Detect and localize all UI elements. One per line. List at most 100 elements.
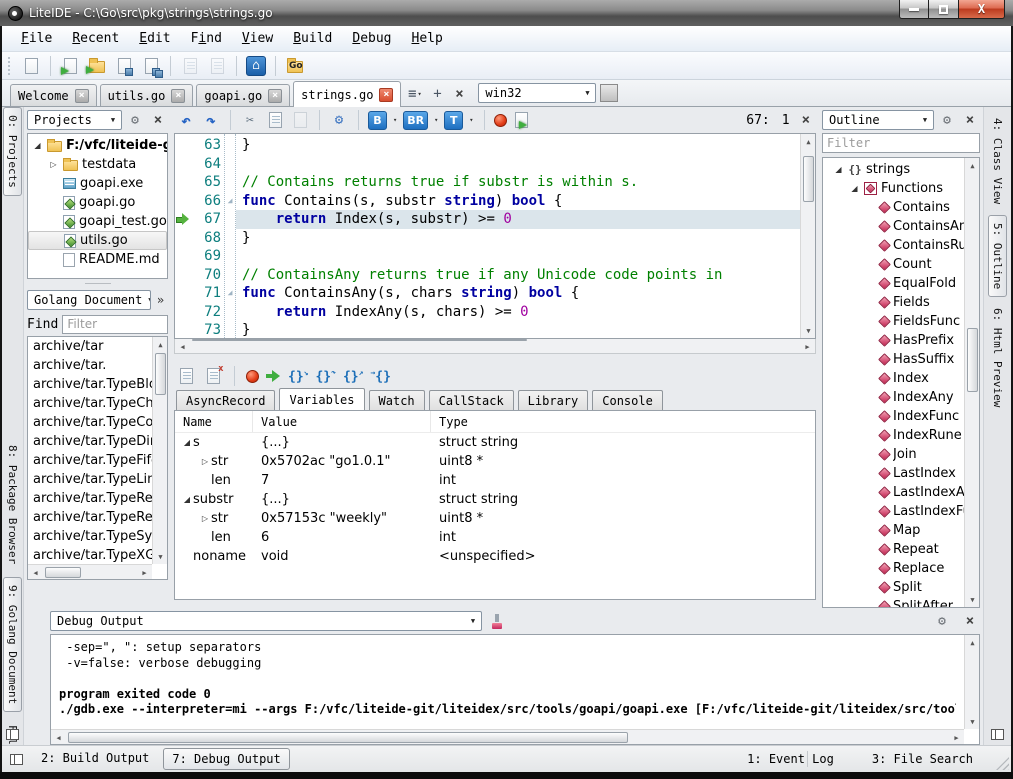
tree-item-containsany[interactable]: ContainsAny (823, 217, 964, 236)
stop-debug-icon[interactable] (246, 370, 259, 383)
tree-item-strings[interactable]: ◢{}strings (823, 160, 964, 179)
dock-corner-icon[interactable] (6, 729, 19, 740)
menu-item-edit[interactable]: Edit (130, 28, 179, 49)
scroll-up-icon[interactable] (153, 337, 168, 352)
scroll-left-icon[interactable] (175, 339, 190, 354)
close-file-icon[interactable] (178, 54, 202, 78)
tree-item-replace[interactable]: Replace (823, 559, 964, 578)
doc-tab-strings-go[interactable]: strings.go× (293, 81, 401, 107)
tree-item-testdata[interactable]: ▷testdata (28, 155, 167, 174)
tree-item-hasprefix[interactable]: HasPrefix (823, 331, 964, 350)
debug-tab-asyncrecord[interactable]: AsyncRecord (176, 390, 275, 410)
dock-tab-4-class-view[interactable]: 4: Class View (989, 111, 1006, 211)
outline-filter-input[interactable] (822, 133, 980, 153)
line-number-gutter[interactable]: 6364656667686970717273 (191, 134, 221, 338)
tree-item-join[interactable]: Join (823, 445, 964, 464)
menu-item-view[interactable]: View (233, 28, 282, 49)
variable-row[interactable]: len6int (175, 528, 815, 547)
copy-icon[interactable] (265, 110, 285, 130)
tree-item-fieldsfunc[interactable]: FieldsFunc (823, 312, 964, 331)
debug-tab-callstack[interactable]: CallStack (429, 390, 514, 410)
scroll-down-icon[interactable] (801, 323, 816, 338)
code-area[interactable]: } // Contains returns true if substr is … (236, 134, 800, 338)
expander-icon[interactable]: ▷ (199, 514, 211, 523)
doc-index-item[interactable]: archive/tar.TypeChar (33, 396, 152, 415)
tree-item-indexany[interactable]: IndexAny (823, 388, 964, 407)
vertical-scrollbar[interactable] (152, 337, 167, 564)
dock-tab-8-package-browser[interactable]: 8: Package Browser (4, 438, 21, 571)
expander-icon[interactable]: ◢ (32, 141, 43, 150)
dock-tab-5-outline[interactable]: 5: Outline (988, 215, 1007, 297)
output-console[interactable]: -sep=", ": setup separators -v=false: ve… (50, 634, 980, 745)
tree-item-utils-go[interactable]: utils.go (28, 231, 167, 250)
scrollbar-thumb[interactable] (68, 732, 628, 743)
variable-row[interactable]: ◢substr{...}struct string (175, 490, 815, 509)
doc-tab-utils-go[interactable]: utils.go× (100, 84, 194, 106)
code-line[interactable]: func Contains(s, substr string) bool { (236, 192, 800, 211)
tree-item-index[interactable]: Index (823, 369, 964, 388)
scroll-down-icon[interactable] (965, 714, 980, 729)
code-line[interactable] (236, 155, 800, 174)
outline-view-combo[interactable]: Outline (822, 110, 934, 130)
close-panel-icon[interactable]: × (960, 611, 980, 631)
code-line[interactable]: func ContainsAny(s, chars string) bool { (236, 284, 800, 303)
horizontal-scrollbar[interactable] (51, 729, 964, 744)
continue-icon[interactable] (266, 370, 281, 382)
tree-item-containsrune[interactable]: ContainsRune (823, 236, 964, 255)
open-folder-icon[interactable] (85, 54, 109, 78)
horizontal-scrollbar[interactable] (28, 564, 152, 579)
save-file-icon[interactable] (112, 54, 136, 78)
tree-item-count[interactable]: Count (823, 255, 964, 274)
tab-close-icon[interactable]: × (171, 89, 185, 103)
projects-view-combo[interactable]: Projects (27, 110, 122, 130)
expander-icon[interactable]: ▷ (199, 457, 211, 466)
close-editor-button[interactable]: × (448, 82, 470, 106)
tree-item-splitafter[interactable]: SplitAfter (823, 597, 964, 607)
environment-button[interactable] (600, 84, 618, 102)
debug-tab-watch[interactable]: Watch (369, 390, 425, 410)
tree-item-contains[interactable]: Contains (823, 198, 964, 217)
doc-index-item[interactable]: archive/tar.TypeXGlobalHeader (33, 548, 152, 564)
go-env-icon[interactable]: Go (283, 54, 307, 78)
scroll-up-icon[interactable] (801, 134, 816, 149)
debug-tab-library[interactable]: Library (518, 390, 589, 410)
scroll-left-icon[interactable] (28, 565, 43, 580)
code-line[interactable]: } (236, 229, 800, 248)
tree-item-equalfold[interactable]: EqualFold (823, 274, 964, 293)
menu-item-recent[interactable]: Recent (63, 28, 128, 49)
tab-close-icon[interactable]: × (268, 89, 282, 103)
close-button[interactable]: X (959, 0, 1005, 19)
menu-item-debug[interactable]: Debug (343, 28, 400, 49)
dock-tab-0-projects[interactable]: 0: Projects (3, 107, 22, 196)
dock-tab-6-html-preview[interactable]: 6: Html Preview (989, 301, 1006, 414)
doc-index-item[interactable]: archive/tar.TypeReg (33, 491, 152, 510)
fold-gutter[interactable]: ◢◢ (224, 134, 236, 338)
test-menu-button[interactable]: T (444, 111, 463, 130)
column-header-type[interactable]: Type (431, 411, 815, 432)
variable-row[interactable]: len7int (175, 471, 815, 490)
paste-icon[interactable] (290, 110, 310, 130)
horizontal-scrollbar[interactable] (174, 339, 816, 354)
scrollbar-thumb[interactable] (45, 567, 81, 578)
chevron-down-icon[interactable]: ▾ (393, 116, 397, 124)
debug-tab-console[interactable]: Console (592, 390, 663, 410)
variable-row[interactable]: ◢s{...}struct string (175, 433, 815, 452)
tab-close-icon[interactable]: × (75, 89, 89, 103)
debug-tab-variables[interactable]: Variables (279, 388, 364, 410)
step-into-icon[interactable]: {}↘ (288, 368, 308, 384)
scrollbar-thumb[interactable] (192, 339, 527, 341)
gear-icon[interactable]: ⚙ (329, 110, 349, 130)
expander-icon[interactable]: ◢ (181, 495, 193, 504)
code-editor[interactable]: 6364656667686970717273 ◢◢ } // Contains … (174, 133, 816, 339)
expander-icon[interactable]: ▷ (48, 160, 59, 169)
close-panel-icon[interactable]: × (148, 110, 168, 130)
tree-item-indexfunc[interactable]: IndexFunc (823, 407, 964, 426)
tree-item-goapi-exe[interactable]: goapi.exe (28, 174, 167, 193)
dock-tab-9-golang-document[interactable]: 9: Golang Document (3, 577, 22, 712)
doc-index-item[interactable]: archive/tar.TypeDir (33, 434, 152, 453)
scrollbar-thumb[interactable] (803, 156, 814, 202)
new-file-icon[interactable] (19, 54, 43, 78)
close-panel-icon[interactable]: × (960, 110, 980, 130)
doc-index-item[interactable]: archive/tar.TypeCont (33, 415, 152, 434)
doc-index-item[interactable]: archive/tar (33, 339, 152, 358)
